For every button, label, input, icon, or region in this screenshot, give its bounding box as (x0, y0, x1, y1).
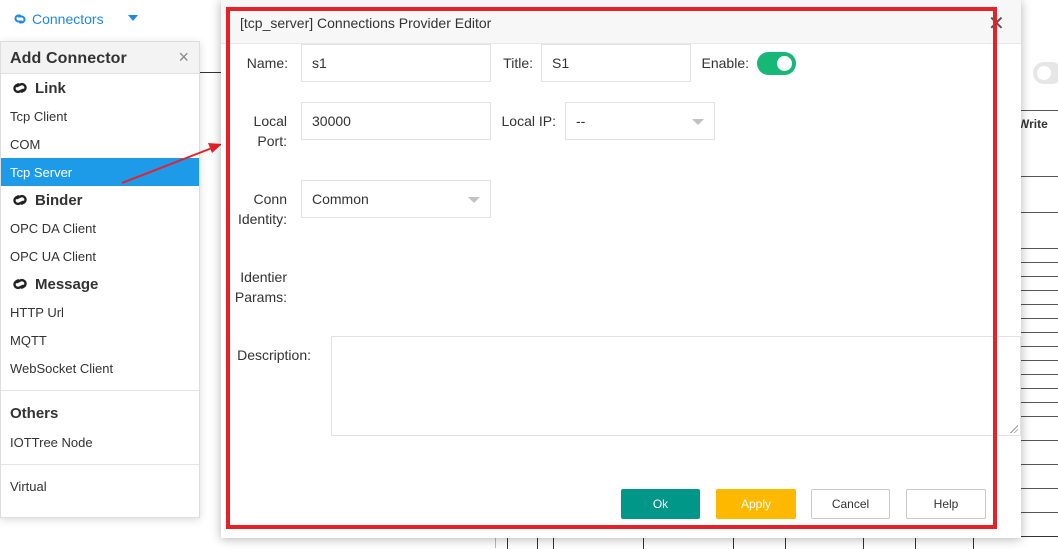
category-message: Message (1, 270, 199, 298)
connectors-menu-button[interactable]: Connectors (12, 8, 104, 30)
divider (1020, 248, 1058, 249)
menu-item-tcp-client[interactable]: Tcp Client (1, 102, 199, 130)
divider (1020, 332, 1058, 333)
connectors-label: Connectors (32, 11, 104, 27)
menu-header: Add Connector × (1, 42, 199, 74)
divider (1020, 374, 1058, 375)
name-label: Name: (246, 55, 288, 71)
divider (1020, 416, 1058, 417)
local-ip-value: -- (576, 113, 586, 129)
local-port-value: 30000 (312, 113, 351, 129)
add-connector-menu: Add Connector × Link Tcp Client COM Tcp … (0, 41, 200, 518)
chevron-down-icon (468, 197, 480, 203)
description-textarea[interactable] (331, 336, 1021, 436)
divider (1020, 512, 1058, 513)
dialog-title: [tcp_server] Connections Provider Editor (240, 15, 492, 31)
divider (1020, 304, 1058, 305)
title-field[interactable]: S1 (541, 44, 691, 82)
link-icon (13, 194, 27, 206)
title-label: Title: (503, 55, 533, 71)
divider (1, 464, 199, 465)
menu-item-virtual[interactable]: Virtual (1, 472, 199, 500)
name-value: s1 (312, 55, 327, 71)
divider (1020, 360, 1058, 361)
menu-item-iottree-node[interactable]: IOTTree Node (1, 428, 199, 456)
divider (1020, 388, 1058, 389)
ok-button[interactable]: Ok (621, 489, 700, 519)
title-value: S1 (552, 55, 570, 71)
divider (1020, 212, 1058, 213)
conn-identity-label-line2: Identity: (237, 211, 287, 227)
connections-provider-editor-dialog: [tcp_server] Connections Provider Editor… (221, 0, 1021, 538)
divider (1020, 262, 1058, 263)
divider (1020, 440, 1058, 441)
dialog-titlebar: [tcp_server] Connections Provider Editor… (221, 0, 1021, 44)
divider (1020, 402, 1058, 403)
divider (1020, 318, 1058, 319)
menu-item-http-url[interactable]: HTTP Url (1, 298, 199, 326)
divider (200, 72, 222, 73)
local-port-field[interactable]: 30000 (301, 102, 491, 140)
category-label: Message (35, 275, 99, 293)
menu-item-tcp-server[interactable]: Tcp Server (1, 158, 199, 186)
annotation-highlight-box (226, 7, 997, 529)
category-link: Link (1, 74, 199, 102)
menu-item-com[interactable]: COM (1, 130, 199, 158)
category-label: Binder (35, 191, 83, 209)
local-port-label-line2: Port: (257, 133, 287, 149)
divider (1020, 276, 1058, 277)
divider (1020, 346, 1058, 347)
menu-item-websocket-client[interactable]: WebSocket Client (1, 354, 199, 382)
description-label: Description: (237, 347, 311, 363)
divider (1020, 110, 1058, 111)
name-field[interactable]: s1 (301, 44, 491, 82)
close-icon[interactable]: × (178, 47, 189, 68)
category-others: Others (10, 404, 59, 422)
conn-identity-label-line1: Conn (253, 191, 287, 207)
help-button[interactable]: Help (906, 489, 986, 519)
local-port-label-line1: Local (253, 113, 287, 129)
menu-item-opc-da-client[interactable]: OPC DA Client (1, 214, 199, 242)
divider (1020, 290, 1058, 291)
menu-title: Add Connector (10, 50, 127, 67)
close-icon[interactable]: ✕ (988, 11, 1005, 36)
chevron-down-icon (692, 119, 704, 125)
conn-identity-value: Common (312, 191, 369, 207)
link-icon (14, 14, 26, 24)
divider (1020, 488, 1058, 489)
divider (1, 390, 199, 391)
category-binder: Binder (1, 186, 199, 214)
divider (1020, 464, 1058, 465)
background-toggle[interactable] (1033, 62, 1058, 84)
divider (1020, 176, 1058, 177)
write-column-header: Write (1018, 117, 1048, 131)
resize-handle-icon[interactable] (1010, 425, 1018, 433)
conn-identity-select[interactable]: Common (301, 180, 491, 218)
identier-params-label-line2: Params: (234, 289, 287, 305)
local-ip-select[interactable]: -- (565, 102, 715, 140)
identier-params-label-line1: Identier (240, 269, 287, 285)
enable-label: Enable: (701, 55, 749, 71)
enable-toggle[interactable] (757, 52, 796, 75)
chevron-down-icon[interactable] (128, 15, 138, 21)
apply-button[interactable]: Apply (716, 489, 796, 519)
link-icon (13, 278, 27, 290)
menu-item-opc-ua-client[interactable]: OPC UA Client (1, 242, 199, 270)
cancel-button[interactable]: Cancel (811, 489, 890, 519)
link-icon (13, 82, 27, 94)
local-ip-label: Local IP: (501, 113, 556, 129)
menu-item-mqtt[interactable]: MQTT (1, 326, 199, 354)
category-label: Link (35, 79, 66, 97)
